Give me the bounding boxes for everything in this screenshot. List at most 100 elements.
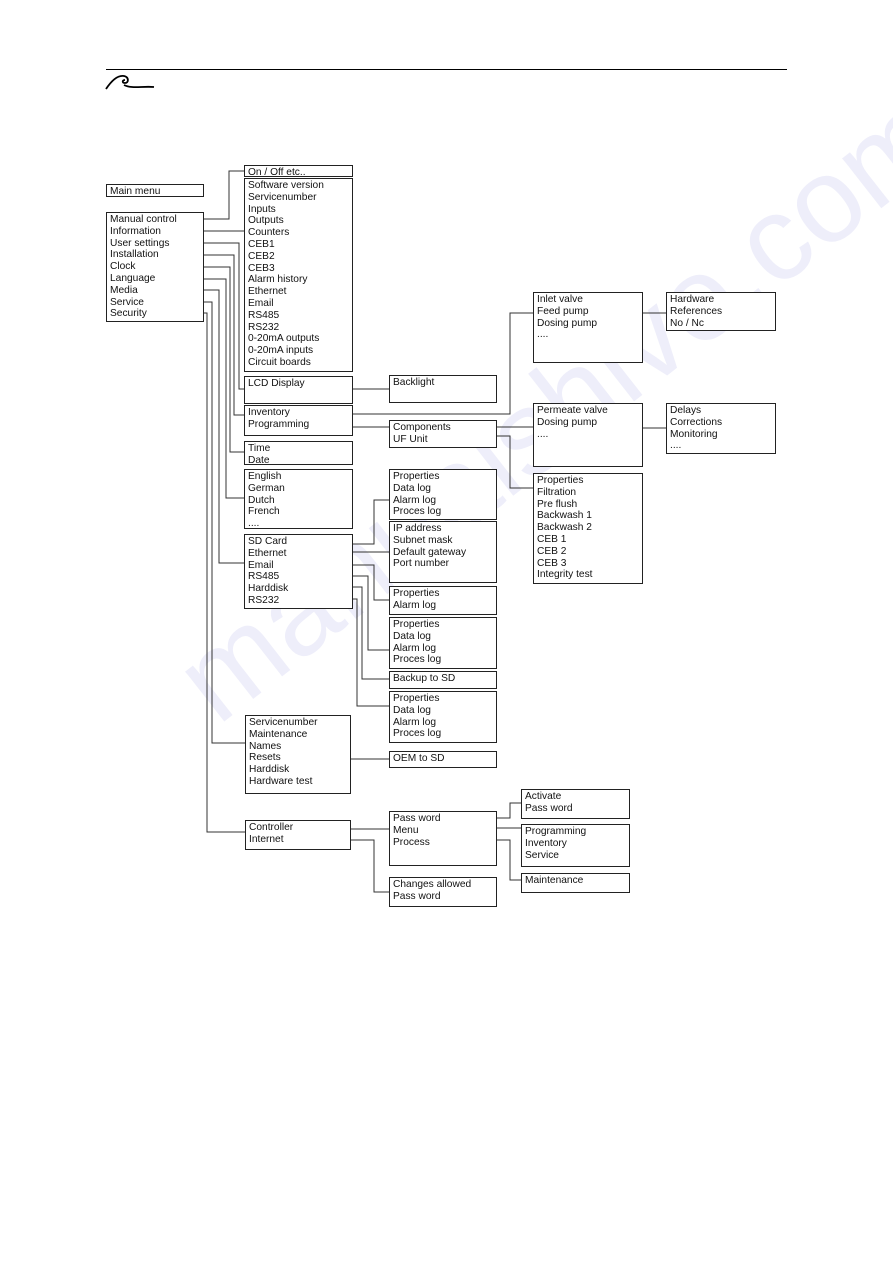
menu-item: Names bbox=[249, 740, 282, 752]
menu-item: Email bbox=[248, 559, 274, 571]
menu-item: Information bbox=[110, 225, 161, 237]
menu-item: SD Card bbox=[248, 536, 288, 547]
menu-box-service: Servicenumber Maintenance Names Resets Hardd… bbox=[245, 715, 351, 794]
menu-item: CEB 2 bbox=[537, 545, 567, 557]
menu-item: OEM to SD bbox=[393, 753, 445, 764]
connector-line bbox=[204, 242, 244, 390]
connector-line bbox=[497, 435, 533, 489]
menu-item: Filtration bbox=[537, 486, 577, 498]
menu-item: Proces log bbox=[393, 654, 442, 666]
menu-item: Dosing pump bbox=[537, 416, 598, 428]
menu-item: Ethernet bbox=[248, 286, 287, 298]
menu-item: Data log bbox=[393, 704, 431, 716]
menu-item: Integrity test bbox=[537, 569, 593, 581]
menu-item: Maintenance bbox=[249, 728, 308, 740]
menu-item: Proces log bbox=[393, 728, 442, 740]
menu-box-backlight: Backlight bbox=[389, 375, 497, 403]
menu-box-sd-card: Properties Data log Alarm log Proces log bbox=[389, 469, 497, 520]
menu-item: Resets bbox=[249, 752, 281, 764]
menu-item: .... bbox=[670, 440, 682, 452]
menu-box-harddisk: Backup to SD bbox=[389, 671, 497, 689]
menu-item: Subnet mask bbox=[393, 534, 453, 546]
menu-box-language: English German Dutch French.... bbox=[244, 469, 353, 529]
menu-item: Dosing pump bbox=[537, 317, 598, 329]
menu-item: Backlight bbox=[393, 377, 435, 388]
menu-item: UF Unit bbox=[393, 433, 428, 445]
connector-line bbox=[353, 499, 389, 545]
menu-box-components: Permeate valve Dosing pump.... bbox=[533, 403, 643, 467]
menu-box-password: Activate Pass word bbox=[521, 789, 630, 819]
menu-item: Internet bbox=[249, 833, 284, 845]
menu-item: Activate bbox=[525, 791, 562, 802]
menu-box-main-title: Main menu bbox=[106, 184, 204, 197]
connector-line bbox=[204, 312, 245, 833]
menu-item: Programming bbox=[525, 826, 587, 837]
menu-item: Controller bbox=[249, 822, 294, 833]
menu-item: Email bbox=[248, 297, 274, 309]
menu-item: Properties bbox=[393, 471, 440, 482]
menu-box-email: Properties Alarm log bbox=[389, 586, 497, 615]
menu-item: Installation bbox=[110, 249, 159, 261]
menu-box-rs485: Properties Data log Alarm log Proces log bbox=[389, 617, 497, 669]
menu-item: Backup to SD bbox=[393, 673, 456, 684]
menu-box-oem: OEM to SD bbox=[389, 751, 497, 768]
connector-line bbox=[204, 278, 244, 499]
menu-item: German bbox=[248, 482, 285, 494]
menu-item: .... bbox=[248, 518, 260, 530]
connector-line bbox=[497, 802, 521, 819]
menu-box-rs232: Properties Data log Alarm log Proces log bbox=[389, 691, 497, 743]
menu-item: Menu bbox=[393, 824, 419, 836]
menu-item: Alarm log bbox=[393, 716, 437, 728]
menu-item: Alarm history bbox=[248, 274, 308, 286]
connector-line bbox=[204, 170, 244, 220]
menu-box-uf-unit: Properties Filtration Pre flush Backwash 1B… bbox=[533, 473, 643, 584]
menu-item: Backwash 1 bbox=[537, 510, 592, 522]
menu-item: Hardware bbox=[670, 294, 715, 305]
menu-item: CEB 3 bbox=[537, 557, 567, 569]
menu-item: Servicenumber bbox=[249, 717, 318, 728]
menu-box-installation: Inventory Programming bbox=[244, 405, 353, 436]
menu-item: Media bbox=[110, 284, 138, 296]
menu-item: Service bbox=[525, 849, 559, 861]
menu-item: Monitoring bbox=[670, 428, 718, 440]
connector-line bbox=[351, 839, 389, 893]
connector-line bbox=[353, 586, 389, 680]
menu-item: Service bbox=[110, 296, 144, 308]
menu-box-controller: Pass word Menu Process bbox=[389, 811, 497, 866]
menu-item: Outputs bbox=[248, 215, 284, 227]
menu-item: .... bbox=[537, 329, 549, 341]
menu-item: Properties bbox=[393, 619, 440, 630]
menu-box-process: Maintenance bbox=[521, 873, 630, 893]
menu-item: LCD Display bbox=[248, 378, 305, 389]
menu-item: Pass word bbox=[393, 813, 441, 824]
menu-item: Corrections bbox=[670, 416, 723, 428]
menu-item: Pass word bbox=[393, 890, 441, 902]
menu-item: Servicenumber bbox=[248, 191, 317, 203]
menu-item: Ethernet bbox=[248, 547, 287, 559]
menu-item: Manual control bbox=[110, 214, 177, 225]
menu-item: 0-20mA inputs bbox=[248, 345, 314, 357]
menu-item: CEB1 bbox=[248, 238, 275, 250]
menu-box-inventory-props: Hardware References No / Nc bbox=[666, 292, 776, 331]
menu-item: Programming bbox=[248, 418, 310, 430]
menu-item: Proces log bbox=[393, 506, 442, 518]
menu-item: Circuit boards bbox=[248, 356, 311, 368]
menu-item: 0-20mA outputs bbox=[248, 333, 320, 345]
menu-item: English bbox=[248, 471, 282, 482]
page: manualshive.com Main menu Manual control I… bbox=[0, 0, 893, 1263]
menu-item: CEB 1 bbox=[537, 533, 567, 545]
menu-box-user-settings: LCD Display bbox=[244, 376, 353, 404]
menu-item: Software version bbox=[248, 180, 324, 191]
menu-item: RS232 bbox=[248, 321, 280, 333]
menu-item: Properties bbox=[393, 693, 440, 704]
menu-item: Maintenance bbox=[525, 875, 584, 886]
menu-item: Main menu bbox=[110, 186, 161, 197]
menu-item: Process bbox=[393, 836, 430, 848]
menu-item: Properties bbox=[393, 588, 440, 599]
menu-item: No / Nc bbox=[670, 317, 704, 329]
menu-item: Backwash 2 bbox=[537, 522, 592, 534]
menu-item: CEB3 bbox=[248, 262, 275, 274]
menu-item: References bbox=[670, 305, 723, 317]
menu-item: Data log bbox=[393, 630, 431, 642]
menu-item: Date bbox=[248, 454, 270, 466]
